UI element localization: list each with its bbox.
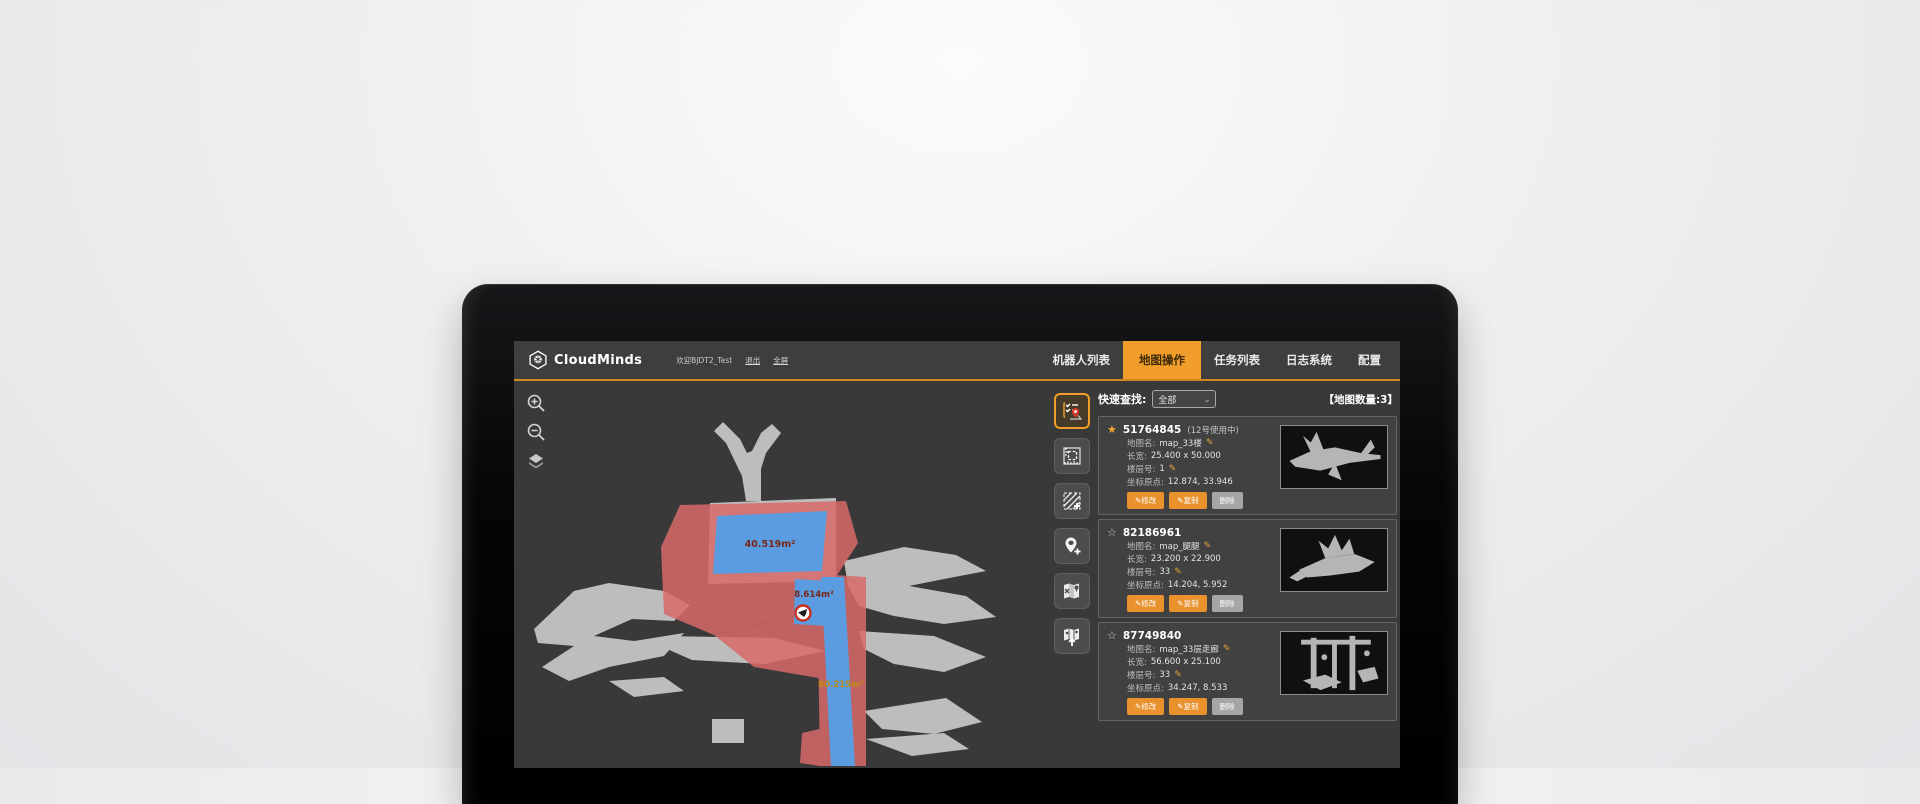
chevron-down-icon: ⌄ [1204, 395, 1211, 404]
map-id: 51764845 [1123, 424, 1181, 436]
laptop-frame: CloudMinds 欢迎BJDT2_Test 退出 全屏 机器人列表 地图操作… [462, 284, 1458, 804]
main-content: 40.519m² 8.614m² 80.215m² [514, 381, 1400, 766]
map-canvas[interactable]: 40.519m² 8.614m² 80.215m² [514, 381, 1049, 766]
tab-map-operations[interactable]: 地图操作 [1123, 341, 1201, 379]
brand-name: CloudMinds [554, 353, 642, 368]
map-name-value: map_腿腿 [1159, 540, 1199, 552]
map-floor-value: 33 [1159, 567, 1170, 577]
delete-button[interactable]: 删除 [1212, 595, 1243, 612]
tab-robot-list[interactable]: 机器人列表 [1040, 341, 1124, 379]
fullscreen-link[interactable]: 全屏 [773, 355, 788, 366]
map-name-value: map_33楼 [1159, 437, 1201, 449]
field-label: 楼层号: [1127, 669, 1155, 681]
map-toolbar [1054, 393, 1090, 654]
edit-name-icon[interactable]: ✎ [1206, 438, 1214, 448]
edit-floor-icon[interactable]: ✎ [1169, 464, 1177, 474]
main-menu: 机器人列表 地图操作 任务列表 日志系统 配置 [1040, 341, 1401, 379]
map-name-value: map_33层走廊 [1159, 643, 1218, 655]
tool-measure[interactable] [1054, 438, 1090, 474]
folded-map-delete-icon [1061, 580, 1083, 602]
tab-settings[interactable]: 配置 [1345, 341, 1394, 379]
brand: CloudMinds [514, 341, 642, 379]
map-count-label: 【地图数量:3】 [1323, 392, 1398, 407]
edit-name-icon[interactable]: ✎ [1204, 541, 1212, 551]
edit-floor-icon[interactable]: ✎ [1174, 670, 1182, 680]
zoom-out-icon[interactable] [526, 422, 546, 442]
quick-search-label: 快速查找: [1098, 391, 1146, 407]
pin-add-icon [1061, 535, 1083, 557]
modify-button[interactable]: ✎修改 [1127, 698, 1164, 715]
modify-button[interactable]: ✎修改 [1127, 492, 1164, 509]
hatched-region-add-icon [1061, 490, 1083, 512]
map-thumbnail[interactable] [1280, 631, 1388, 695]
map-id: 82186961 [1123, 527, 1181, 539]
tool-add-region[interactable] [1054, 483, 1090, 519]
field-label: 长宽: [1127, 656, 1147, 668]
field-label: 地图名: [1127, 540, 1155, 552]
map-floor-value: 33 [1159, 670, 1170, 680]
map-thumbnail[interactable] [1280, 425, 1388, 489]
tool-map-upload[interactable] [1054, 618, 1090, 654]
map-floor-value: 1 [1159, 464, 1164, 474]
map-size-value: 25.400 x 50.000 [1151, 451, 1221, 461]
map-card-3[interactable]: ☆ 87749840 地图名: map_33层走廊 ✎ 长宽: 56.600 x 25… [1098, 622, 1397, 721]
map-origin-value: 34.247, 8.533 [1168, 683, 1227, 693]
field-label: 楼层号: [1127, 566, 1155, 578]
star-icon[interactable]: ★ [1107, 424, 1117, 435]
map-controls [526, 393, 546, 471]
field-label: 长宽: [1127, 553, 1147, 565]
panel-header: 快速查找: 全部 ⌄ 【地图数量:3】 [1098, 389, 1398, 409]
tab-task-list[interactable]: 任务列表 [1201, 341, 1273, 379]
checklist-pin-icon [1061, 400, 1083, 422]
field-label: 长宽: [1127, 450, 1147, 462]
field-label: 坐标原点: [1127, 476, 1164, 488]
star-icon[interactable]: ☆ [1107, 527, 1117, 538]
map-size-value: 56.600 x 25.100 [1151, 657, 1221, 667]
area-label-3: 80.215m² [818, 680, 864, 690]
delete-button[interactable]: 删除 [1212, 698, 1243, 715]
app-screen: CloudMinds 欢迎BJDT2_Test 退出 全屏 机器人列表 地图操作… [514, 341, 1400, 768]
copy-button[interactable]: ✎复制 [1169, 492, 1206, 509]
area-label-2: 8.614m² [794, 590, 834, 600]
tool-add-point[interactable] [1054, 528, 1090, 564]
logout-link[interactable]: 退出 [745, 355, 760, 366]
cloudminds-logo-icon [528, 350, 548, 370]
robot-marker-icon[interactable] [796, 606, 811, 621]
copy-button[interactable]: ✎复制 [1169, 595, 1206, 612]
area-label-1: 40.519m² [745, 539, 796, 550]
map-id: 87749840 [1123, 630, 1181, 642]
map-in-use-label: (12号使用中) [1187, 424, 1238, 436]
zoom-in-icon[interactable] [526, 393, 546, 413]
filter-value: 全部 [1158, 393, 1176, 406]
edit-name-icon[interactable]: ✎ [1223, 644, 1231, 654]
field-label: 地图名: [1127, 437, 1155, 449]
ruler-measure-icon [1061, 445, 1083, 467]
field-label: 坐标原点: [1127, 682, 1164, 694]
tool-checklist-pin[interactable] [1054, 393, 1090, 429]
map-size-value: 23.200 x 22.900 [1151, 554, 1221, 564]
field-label: 楼层号: [1127, 463, 1155, 475]
map-list-panel: 快速查找: 全部 ⌄ 【地图数量:3】 ★ 51764845 (12号使用中) … [1098, 389, 1398, 725]
field-label: 坐标原点: [1127, 579, 1164, 591]
map-origin-value: 14.204, 5.952 [1168, 580, 1227, 590]
filter-dropdown[interactable]: 全部 ⌄ [1152, 390, 1216, 408]
edit-floor-icon[interactable]: ✎ [1174, 567, 1182, 577]
tab-log-system[interactable]: 日志系统 [1273, 341, 1345, 379]
layers-icon[interactable] [526, 451, 546, 471]
copy-button[interactable]: ✎复制 [1169, 698, 1206, 715]
map-card-1[interactable]: ★ 51764845 (12号使用中) 地图名: map_33楼 ✎ 长宽: 25.4… [1098, 416, 1397, 515]
map-card-2[interactable]: ☆ 82186961 地图名: map_腿腿 ✎ 长宽: 23.200 x 22.90… [1098, 519, 1397, 618]
map-origin-value: 12.874, 33.946 [1168, 477, 1233, 487]
delete-button[interactable]: 删除 [1212, 492, 1243, 509]
navbar: CloudMinds 欢迎BJDT2_Test 退出 全屏 机器人列表 地图操作… [514, 341, 1400, 381]
modify-button[interactable]: ✎修改 [1127, 595, 1164, 612]
welcome-text: 欢迎BJDT2_Test [676, 355, 732, 366]
field-label: 地图名: [1127, 643, 1155, 655]
map-upload-icon [1061, 625, 1083, 647]
map-thumbnail[interactable] [1280, 528, 1388, 592]
star-icon[interactable]: ☆ [1107, 630, 1117, 641]
tool-map-delete[interactable] [1054, 573, 1090, 609]
